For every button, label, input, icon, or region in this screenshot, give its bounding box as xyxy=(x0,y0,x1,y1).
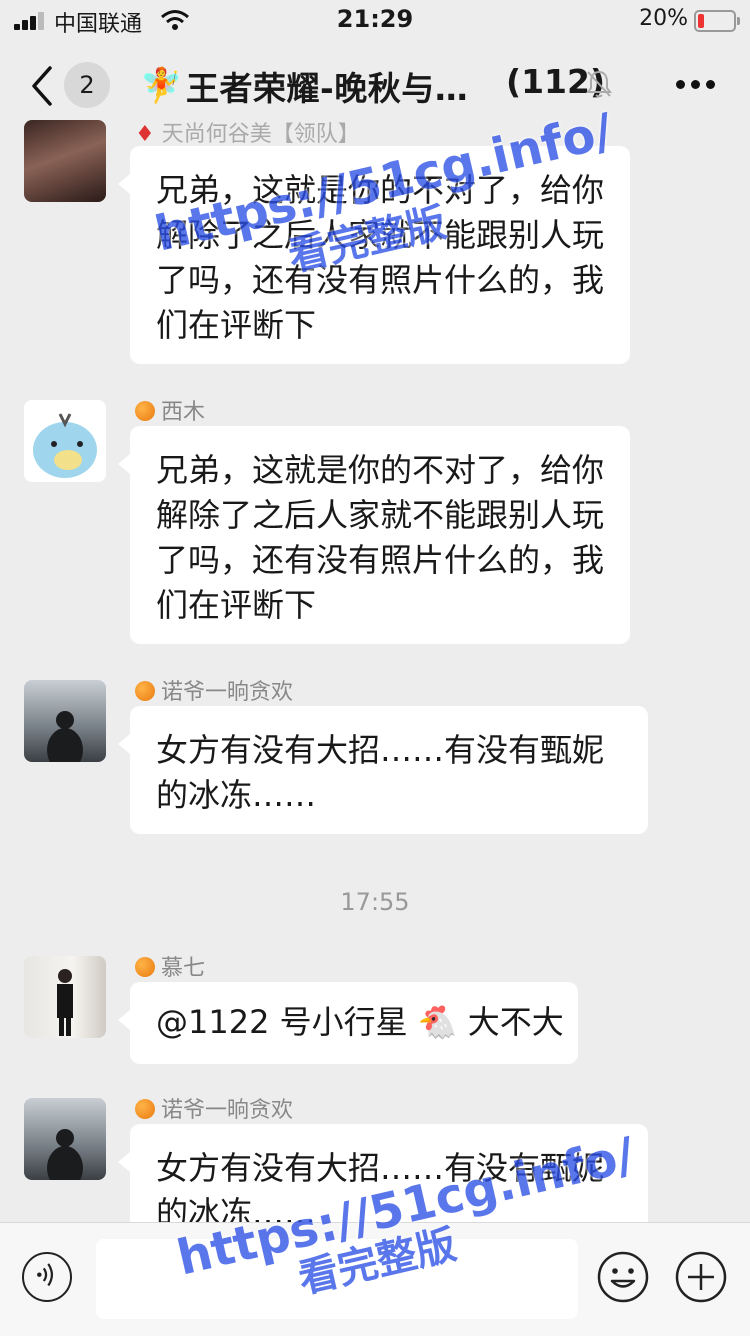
avatar[interactable] xyxy=(24,1098,106,1180)
fairy-icon: 🧚 xyxy=(140,66,183,106)
message-bubble[interactable]: 兄弟，这就是你的不对了，给你解除了之后人家就不能跟别人玩了吗，还有没有照片什么的… xyxy=(118,426,630,644)
unread-count-badge[interactable]: 2 xyxy=(64,62,110,108)
chat-title[interactable]: 王者荣耀-晚秋与… xyxy=(186,62,468,110)
voice-icon xyxy=(37,1263,54,1287)
chat-header: 2 🧚 王者荣耀-晚秋与… (112) xyxy=(0,42,750,130)
battery-percent: 20% xyxy=(639,6,688,31)
emoji-button-icon[interactable] xyxy=(596,1250,650,1304)
time-separator: 17:55 xyxy=(340,888,410,916)
sender-name: ♦ 天尚何谷美【领队】 xyxy=(135,122,360,147)
avatar[interactable] xyxy=(24,120,106,202)
sender-name: 慕七 xyxy=(135,950,205,982)
more-menu-icon[interactable] xyxy=(672,74,718,98)
mute-bell-icon xyxy=(586,70,612,98)
sender-name: 诺爷一晌贪欢 xyxy=(135,674,293,706)
avatar[interactable] xyxy=(24,400,106,482)
message-bubble[interactable]: @1122 号小行星 🐔 大不大 xyxy=(118,982,578,1064)
avatar[interactable] xyxy=(24,956,106,1038)
sender-name: 诺爷一晌贪欢 xyxy=(135,1092,293,1124)
plus-button-icon[interactable] xyxy=(674,1250,728,1304)
back-arrow-icon[interactable] xyxy=(28,64,58,108)
voice-input-button[interactable] xyxy=(22,1252,72,1302)
status-bar: 中国联通 21:29 20% xyxy=(0,0,750,42)
message-bubble[interactable]: 女方有没有大招……有没有甄妮的冰冻…… xyxy=(118,706,648,834)
avatar[interactable] xyxy=(24,680,106,762)
clock: 21:29 xyxy=(336,5,414,33)
battery-icon xyxy=(694,10,740,32)
cartoon-avatar-icon xyxy=(24,400,106,482)
sender-name: 西木 xyxy=(135,394,205,426)
